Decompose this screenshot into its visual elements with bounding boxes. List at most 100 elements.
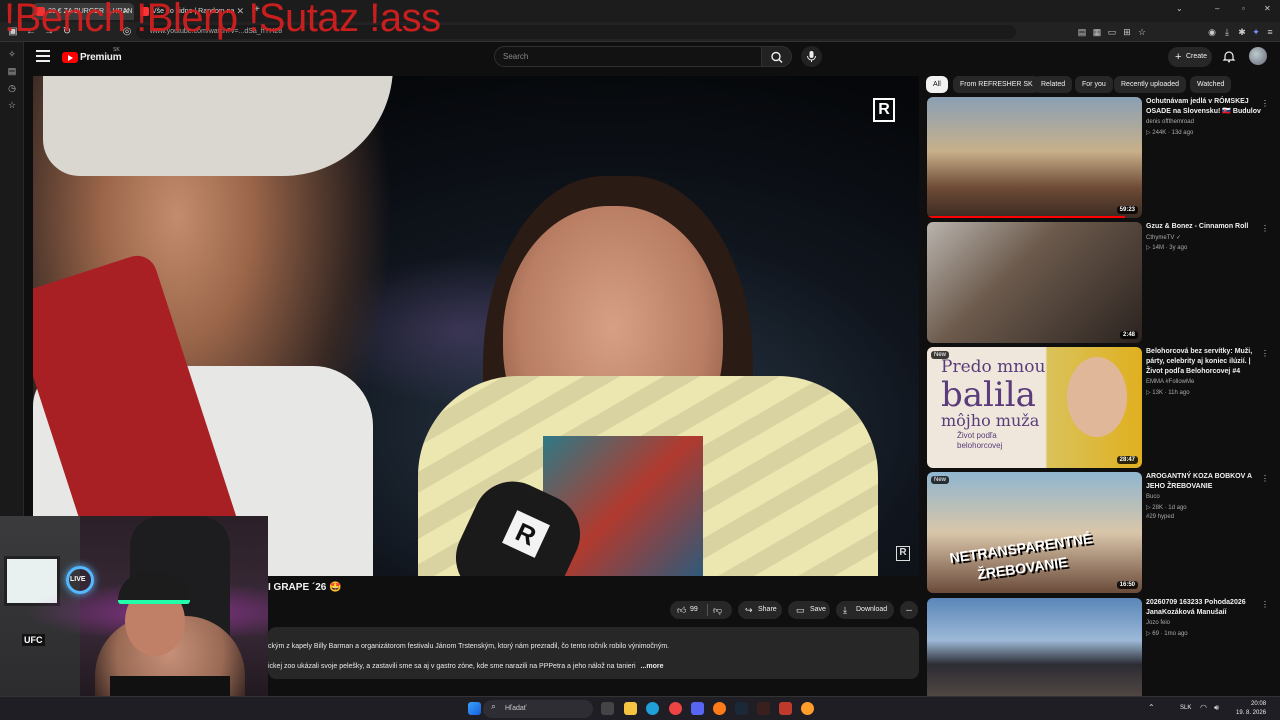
edge-icon[interactable] (646, 702, 659, 715)
video-meta: ▷ 14M · 3y ago (1146, 245, 1188, 251)
taskbar-search-input[interactable]: Hľadať (483, 700, 593, 718)
video-thumbnail[interactable]: 2:48 (927, 222, 1142, 343)
description-line: ckým z kapely Billy Barman a organizátor… (268, 643, 670, 650)
browser-menu-icon[interactable]: ≡ (1264, 26, 1276, 38)
clock[interactable]: 20:08 19. 8. 2026 (1236, 700, 1266, 718)
tab-list-icon[interactable]: ⌄ (1176, 4, 1183, 13)
clock-date: 19. 8. 2026 (1236, 710, 1267, 716)
video-thumbnail[interactable]: Predo mnou balila môjho muža Život podľa bel… (927, 347, 1142, 468)
ai-sidebar-icon[interactable]: ✧ (5, 47, 19, 61)
ai-icon[interactable]: ✦ (1250, 26, 1262, 38)
steam-icon[interactable] (735, 702, 748, 715)
account-icon[interactable]: ◉ (1206, 26, 1218, 38)
video-description[interactable]: ckým z kapely Billy Barman a organizátor… (268, 627, 919, 679)
task-view-icon[interactable] (601, 702, 614, 715)
obs-icon[interactable] (757, 702, 770, 715)
chip-recently-uploaded[interactable]: Recently uploaded (1114, 76, 1186, 93)
notifications-bell-icon[interactable] (1222, 49, 1236, 63)
close-window-icon[interactable]: ✕ (1264, 4, 1271, 13)
recommended-video[interactable]: NETRANSPARENTNÉ ŽREBOVANIE New 16:50 AROGANT… (926, 472, 1269, 594)
like-count[interactable]: 99 (690, 601, 698, 619)
downloads-icon[interactable]: ⤓ (1221, 26, 1233, 38)
share-button[interactable]: ↪ Share (738, 601, 782, 619)
translate-icon[interactable]: ⊞ (1121, 26, 1133, 38)
recommended-title[interactable]: Belohorcová bez servítky: Muži, párty, c… (1146, 347, 1261, 377)
channel-name[interactable]: Buco (1146, 494, 1160, 500)
video-player[interactable]: R R R (33, 76, 919, 576)
more-options-icon[interactable]: ⋮ (1261, 600, 1269, 609)
chip-all[interactable]: All (926, 76, 948, 93)
search-button[interactable] (762, 46, 792, 67)
recommended-title[interactable]: AROGANTNÝ KOZA BOBKOV A JEHO ŽREBOVANIE (1146, 472, 1261, 492)
chip-watched[interactable]: Watched (1190, 76, 1232, 93)
recommended-video[interactable]: 2:48 Gzuz & Bonez - Cinnamon Roll CthymeTV… (926, 222, 1269, 344)
maximize-icon[interactable]: ▫ (1242, 4, 1245, 13)
channel-name[interactable]: CthymeTV ✓ (1146, 234, 1181, 241)
more-options-icon[interactable]: ⋮ (1261, 474, 1269, 483)
more-options-icon[interactable]: ⋮ (1261, 224, 1269, 233)
channel-name[interactable]: EMMA #FollowMe (1146, 379, 1194, 385)
description-more-link[interactable]: ...more (641, 663, 664, 670)
recommended-video[interactable]: Predo mnou balila môjho muža Život podľa bel… (926, 347, 1269, 469)
channel-name[interactable]: denis offthemroad (1146, 119, 1194, 125)
logo-region: SK (113, 47, 120, 53)
download-button[interactable]: ⤓ Download (836, 601, 894, 619)
recommended-title[interactable]: 20260709 163233 Pohoda2026 JanaKozáková … (1146, 598, 1261, 618)
history-icon[interactable]: ◷ (5, 81, 19, 95)
video-title: I GRAPE ´26 🤩 (268, 582, 342, 593)
app-icon[interactable] (779, 702, 792, 715)
like-icon[interactable]: 👍︎ (677, 601, 686, 619)
more-options-icon[interactable]: ⋮ (1261, 349, 1269, 358)
dislike-icon[interactable]: 👎︎ (713, 601, 722, 619)
recommended-video[interactable]: 59:23 Ochutnávam jedlá v RÓMSKEJ OSADE na… (926, 97, 1269, 219)
duration-badge: 2:48 (1119, 331, 1138, 339)
wifi-icon[interactable]: ◠ (1200, 703, 1207, 712)
video-meta: ▷ 28K · 1d ago (1146, 505, 1187, 511)
windows-start-icon[interactable] (468, 702, 481, 715)
microphone-icon (807, 51, 816, 62)
screenshot-icon[interactable]: ▦ (1091, 26, 1103, 38)
discord-icon[interactable] (691, 702, 704, 715)
recommended-title[interactable]: Ochutnávam jedlá v RÓMSKEJ OSADE na Slov… (1146, 97, 1261, 117)
minimize-icon[interactable]: – (1215, 4, 1219, 13)
download-label: Download (856, 606, 888, 613)
hamburger-menu-icon[interactable] (36, 50, 50, 62)
ufc-sign: UFC (22, 634, 45, 646)
create-button[interactable]: + Create (1168, 47, 1212, 67)
extensions-icon[interactable]: ✱ (1236, 26, 1248, 38)
favorites-icon[interactable]: ☆ (5, 98, 19, 112)
tray-chevron-icon[interactable]: ⌃ (1148, 703, 1155, 712)
chrome-icon[interactable] (669, 702, 682, 715)
thumbnail-text: belohorcovej (957, 441, 1003, 450)
chip-for-you[interactable]: For you (1075, 76, 1113, 93)
channel-branding-icon[interactable]: R (896, 546, 910, 561)
hype-badge: #29 hyped (1146, 514, 1175, 520)
more-options-icon[interactable]: ⋮ (1261, 99, 1269, 108)
more-actions-button[interactable]: ... (900, 601, 918, 619)
browser-icon[interactable] (801, 702, 814, 715)
channel-name[interactable]: Jozo feio (1146, 620, 1170, 626)
duration-badge: 28:47 (1116, 456, 1138, 464)
chip-from-refresher-sk[interactable]: From REFRESHER SK (953, 76, 1040, 93)
save-button[interactable]: ▭ Save (788, 601, 830, 619)
volume-icon[interactable]: 🔊︎ (1214, 703, 1219, 713)
picture-in-picture-icon[interactable]: ▭ (1106, 26, 1118, 38)
video-thumbnail[interactable]: NETRANSPARENTNÉ ŽREBOVANIE New 16:50 (927, 472, 1142, 593)
search-input[interactable]: Search (494, 46, 762, 67)
thumbnail-text: balila (941, 375, 1036, 415)
reader-icon[interactable]: ▤ (1076, 26, 1088, 38)
chip-related[interactable]: Related (1034, 76, 1073, 93)
streamer-webcam: LIVE UFC (0, 516, 268, 720)
bookmarks-icon[interactable]: ▤ (5, 64, 19, 78)
bookmark-star-icon[interactable]: ☆ (1136, 26, 1148, 38)
file-explorer-icon[interactable] (624, 702, 637, 715)
account-avatar[interactable] (1249, 47, 1267, 65)
download-icon: ⤓ (843, 605, 847, 615)
voice-search-button[interactable] (801, 46, 822, 67)
firefox-icon[interactable] (713, 702, 726, 715)
duration-badge: 16:50 (1116, 581, 1138, 589)
language-indicator[interactable]: SLK (1180, 705, 1191, 711)
recommended-title[interactable]: Gzuz & Bonez - Cinnamon Roll (1146, 222, 1261, 232)
like-dislike-group: 👍︎ 99 👎︎ (670, 601, 732, 619)
video-thumbnail[interactable]: 59:23 (927, 97, 1142, 218)
